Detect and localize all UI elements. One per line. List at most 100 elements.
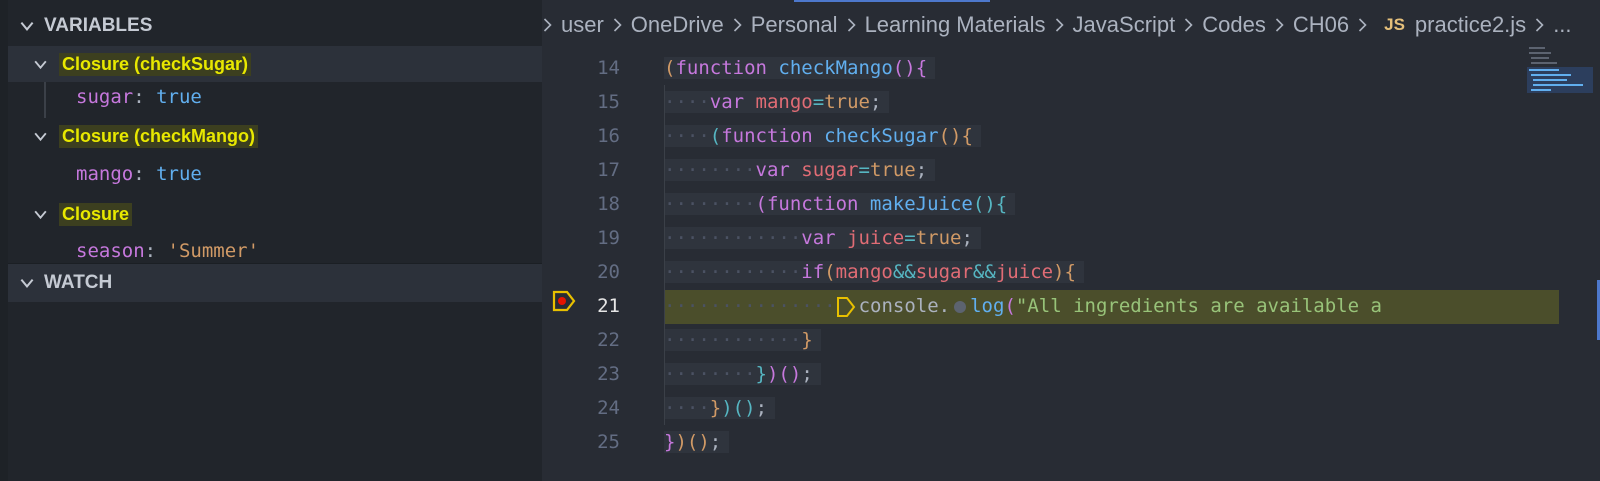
breadcrumb-item-codes[interactable]: Codes [1202, 12, 1266, 38]
code-token: var [755, 159, 802, 181]
activity-strip [0, 0, 8, 481]
breadcrumb-overflow[interactable]: ... [1553, 12, 1571, 38]
line-number[interactable]: 14 [542, 57, 620, 79]
chevron-down-icon [34, 60, 47, 69]
code-token: console. [858, 295, 951, 317]
line-number[interactable]: 22 [542, 329, 620, 351]
watch-section-header[interactable]: WATCH [8, 263, 542, 302]
code-token: mango [755, 91, 813, 113]
minimap[interactable] [1527, 45, 1595, 105]
code-token: var [709, 91, 756, 113]
indent-whitespace: ············ [664, 261, 802, 283]
code-token: function [721, 125, 825, 147]
scope-row-closure[interactable]: Closure [8, 196, 542, 232]
breadcrumb-item-javascript[interactable]: JavaScript [1073, 12, 1176, 38]
code-line-content: ··············· console. log("All ingredie… [664, 295, 1382, 317]
line-number[interactable]: 15 [542, 91, 620, 113]
breadcrumb-item-personal[interactable]: Personal [751, 12, 838, 38]
scope-row-checkmango[interactable]: Closure (checkMango) [8, 118, 542, 154]
breadcrumb-item-learning-materials[interactable]: Learning Materials [865, 12, 1046, 38]
code-token: ; [915, 159, 928, 181]
code-line[interactable]: })(); [664, 425, 730, 459]
code-token: sugar [915, 261, 973, 283]
breadcrumb-file[interactable]: practice2.js [1415, 12, 1526, 38]
variable-row-sugar[interactable]: sugar: true [76, 86, 202, 108]
code-line[interactable]: ········})(); [664, 357, 821, 391]
indent-whitespace: ········ [664, 159, 756, 181]
code-line[interactable]: ············var juice=true; [664, 221, 981, 255]
code-line-content: ············if(mango&&sugar&&juice){ [664, 261, 1084, 283]
chevron-down-icon [34, 132, 47, 141]
debug-sidebar: VARIABLES Closure (checkSugar) sugar: tr… [0, 0, 542, 481]
code-token: { [1064, 261, 1076, 283]
code-token: function [675, 57, 779, 79]
variable-row-mango[interactable]: mango: true [76, 163, 202, 185]
code-line[interactable]: ············} [664, 323, 821, 357]
line-number[interactable]: 20 [542, 261, 620, 283]
indent-guide [664, 85, 665, 425]
line-number[interactable]: 18 [542, 193, 620, 215]
code-line-content: ········var sugar=true; [664, 159, 936, 181]
breadcrumb-item-ch06[interactable]: CH06 [1293, 12, 1349, 38]
line-number[interactable]: 17 [542, 159, 620, 181]
code-token: = [904, 227, 916, 249]
code-line[interactable]: ····var mango=true; [664, 85, 890, 119]
line-number[interactable]: 25 [542, 431, 620, 453]
code-token: checkSugar [824, 125, 939, 147]
paused-breakpoint-icon[interactable] [552, 290, 576, 312]
code-line[interactable]: ········var sugar=true; [664, 153, 936, 187]
code-line-content: ········})(); [664, 363, 821, 385]
chevron-right-icon [1055, 18, 1064, 32]
chevron-down-icon [20, 278, 34, 288]
code-token: && [892, 261, 916, 283]
line-number[interactable]: 24 [542, 397, 620, 419]
chevron-right-icon [543, 18, 552, 32]
code-line[interactable]: ············if(mango&&sugar&&juice){ [664, 255, 1084, 289]
chevron-right-icon [1359, 18, 1367, 32]
code-line[interactable]: ····(function checkSugar(){ [664, 119, 981, 153]
scope-row-checksugar[interactable]: Closure (checkSugar) [8, 46, 542, 82]
minimap-preview [1527, 47, 1593, 93]
code-token: () [686, 431, 710, 453]
indent-whitespace: ···· [664, 125, 710, 147]
code-token: if [801, 261, 825, 283]
code-token: true [915, 227, 962, 249]
chevron-right-icon [1536, 18, 1544, 32]
code-token: sugar [801, 159, 859, 181]
code-token: () [892, 57, 916, 79]
variables-tree: Closure (checkSugar) sugar: true Closure… [8, 46, 542, 262]
code-token: ; [961, 227, 973, 249]
breadcrumb-item-onedrive[interactable]: OneDrive [631, 12, 724, 38]
code-token: checkMango [778, 57, 893, 79]
line-number[interactable]: 23 [542, 363, 620, 385]
code-token: = [858, 159, 870, 181]
code-token: ) [675, 431, 687, 453]
code-editor[interactable]: 14 (function checkMango(){15 ····var mango… [542, 50, 1600, 481]
line-number[interactable]: 19 [542, 227, 620, 249]
code-line[interactable]: ········(function makeJuice(){ [664, 187, 1016, 221]
code-token: ( [755, 193, 767, 215]
code-token: var [801, 227, 848, 249]
indent-whitespace: ············ [664, 329, 802, 351]
code-token: mango [835, 261, 893, 283]
code-token: ( [664, 57, 676, 79]
indent-whitespace: ···· [664, 397, 710, 419]
code-token: juice [847, 227, 905, 249]
variable-row-season[interactable]: season: 'Summer' [76, 240, 259, 262]
chevron-right-icon [847, 18, 856, 32]
code-token: function [766, 193, 870, 215]
code-line-content: ····(function checkSugar(){ [664, 125, 981, 147]
inline-breakpoint-dot-icon[interactable] [954, 300, 967, 313]
chevron-down-icon [20, 21, 34, 31]
line-number[interactable]: 16 [542, 125, 620, 147]
code-line[interactable]: ····})(); [664, 391, 776, 425]
breadcrumb-item-user[interactable]: user [561, 12, 604, 38]
code-token: } [709, 397, 722, 419]
code-token: { [961, 125, 973, 147]
code-line-content: ············} [664, 329, 821, 351]
code-line-content: })(); [664, 431, 730, 453]
code-line[interactable]: (function checkMango(){ [664, 51, 936, 85]
code-line[interactable]: ··············· console. log("All ingredie… [664, 289, 1382, 323]
variables-section-header[interactable]: VARIABLES [8, 6, 542, 46]
chevron-right-icon [733, 18, 742, 32]
